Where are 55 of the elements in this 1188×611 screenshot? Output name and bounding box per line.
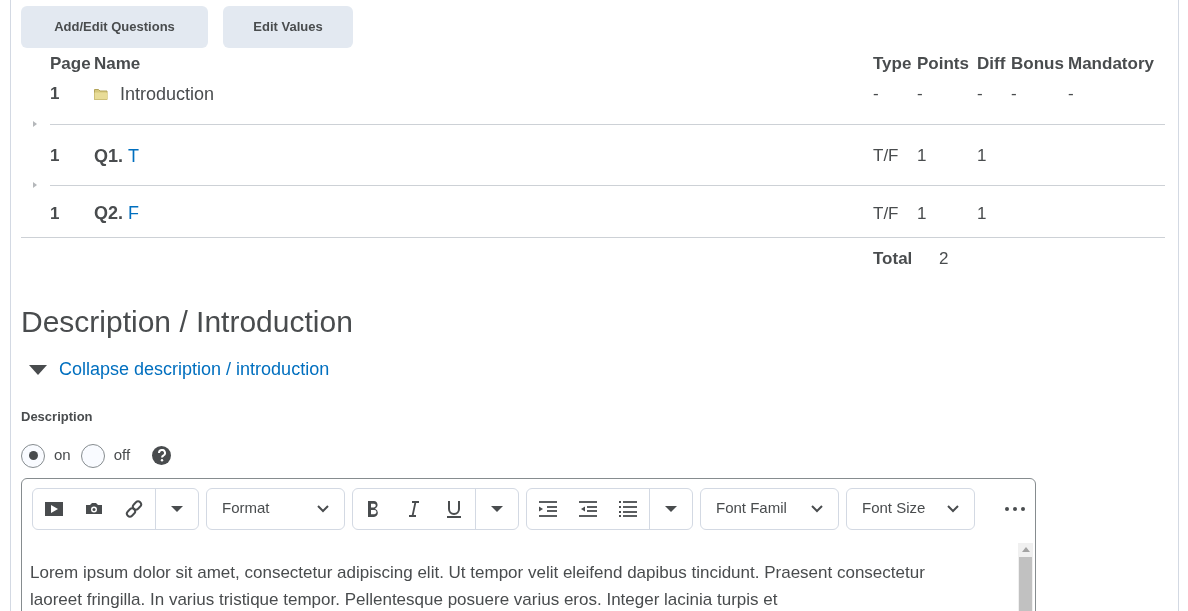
chevron-down-icon <box>317 504 329 513</box>
table-cell-text: 1 <box>917 145 928 168</box>
page-number: 1 <box>50 145 61 168</box>
action-button[interactable]: Add/Edit Questions <box>21 6 208 48</box>
table-cell-text: 1 <box>977 202 988 225</box>
total-value: 2 <box>939 248 949 271</box>
column-header: Type <box>873 53 913 76</box>
folder-icon <box>94 88 108 100</box>
dropdown-select[interactable]: Font Famil <box>700 487 839 530</box>
table-cell-text: - <box>917 83 924 106</box>
caret-down-icon <box>29 364 47 375</box>
table-cell-text: - <box>1011 83 1018 106</box>
more-list-icon <box>665 505 677 512</box>
chevron-down-icon <box>947 504 959 513</box>
underline-icon <box>445 499 463 518</box>
table-cell-text: 1 <box>977 145 988 168</box>
section-heading: Description / Introduction <box>21 304 353 340</box>
field-label: Description <box>21 408 93 426</box>
table-cell-text: 1 <box>917 202 928 225</box>
action-button[interactable]: Edit Values <box>223 6 353 48</box>
list-icon <box>619 499 637 518</box>
more-format-icon <box>491 505 503 512</box>
question-link[interactable]: T <box>128 142 139 170</box>
table-cell-text: - <box>1068 83 1075 106</box>
ellipsis-icon <box>1005 506 1025 511</box>
radio-option[interactable]: on <box>21 443 71 468</box>
collapse-link[interactable]: Collapse description / introduction <box>29 356 330 383</box>
more-insert-icon <box>171 505 183 512</box>
radio-option[interactable]: off <box>80 443 131 468</box>
dropdown-select[interactable]: Font Size <box>846 487 975 530</box>
link-icon <box>125 499 143 518</box>
table-cell-text: T/F <box>873 145 900 168</box>
column-header: Name <box>94 53 142 76</box>
column-header: Bonus <box>1011 53 1065 76</box>
table-cell-text: - <box>977 83 984 106</box>
page-number: 1 <box>50 83 61 106</box>
column-header: Page <box>50 53 92 76</box>
video-icon <box>45 499 63 518</box>
table-cell-text: - <box>873 83 880 106</box>
total-label: Total <box>873 248 914 271</box>
chevron-down-icon <box>811 504 823 513</box>
page-number: 1 <box>50 202 61 225</box>
dropdown-select[interactable]: Format <box>206 487 345 530</box>
column-header: Diff <box>977 53 1007 76</box>
help-icon[interactable] <box>152 446 172 465</box>
indent-icon <box>539 499 557 518</box>
editor-body-text: Lorem ipsum dolor sit amet, consectetur adipiscing elit. Ut tempor velit eleifend dapibus tincidunt. Praesent consectetur laoreet fringilla. In varius tristique tempor. Pellentesque posuere varius eros. Integer lacinia turpis et <box>30 561 926 611</box>
question-number: Q1. <box>94 144 123 168</box>
section-name: Introduction <box>120 82 215 106</box>
column-header: Mandatory <box>1068 53 1155 76</box>
table-cell-text: T/F <box>873 202 900 225</box>
question-number: Q2. <box>94 202 123 225</box>
outdent-icon <box>579 499 597 518</box>
question-link[interactable]: F <box>128 200 139 227</box>
column-header: Points <box>917 53 970 76</box>
